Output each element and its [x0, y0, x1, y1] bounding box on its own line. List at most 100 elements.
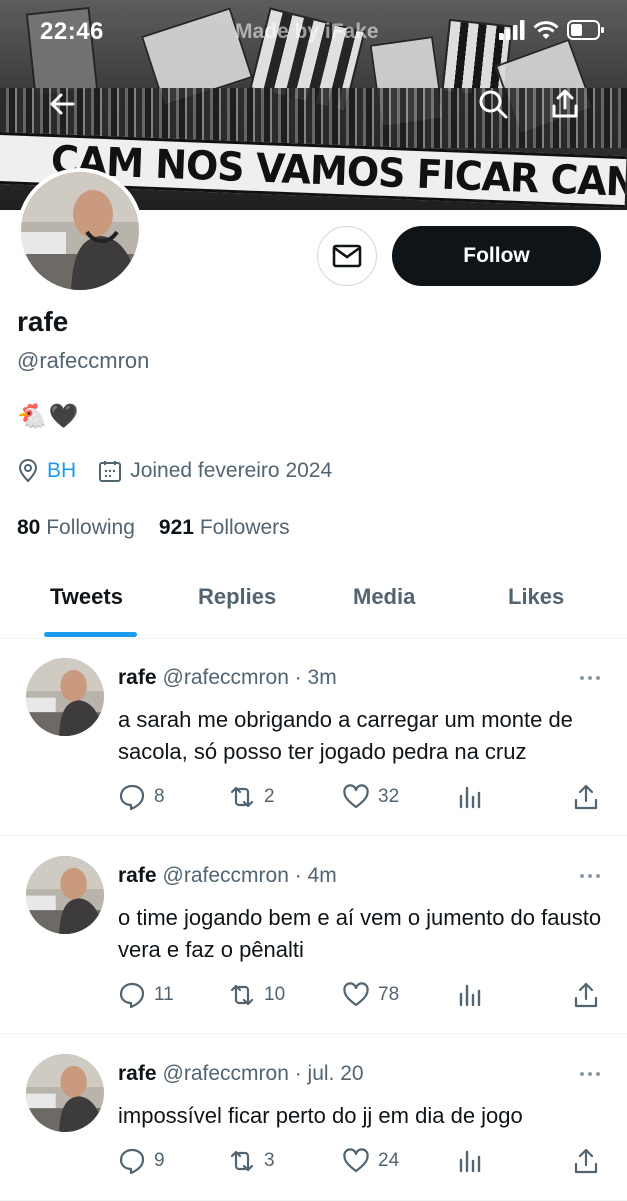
tweet-actions: 11 10 78: [118, 981, 608, 1011]
calendar-icon: [99, 461, 122, 482]
retweet-count: 10: [264, 984, 286, 1005]
analytics-icon: [459, 1150, 481, 1173]
share-button[interactable]: [572, 981, 600, 1009]
tweet-avatar[interactable]: [26, 856, 104, 934]
retweet-count: 2: [264, 786, 275, 807]
tweet-actions: 8 2 32: [118, 783, 608, 813]
tweet-author-name[interactable]: rafe: [118, 1062, 157, 1085]
followers-label: Followers: [199, 516, 290, 539]
reply-count: 8: [154, 786, 165, 807]
analytics-icon: [459, 984, 481, 1007]
status-icons: [499, 20, 605, 40]
views-button[interactable]: [456, 1147, 484, 1175]
tab-replies[interactable]: Replies: [198, 584, 276, 610]
profile-location[interactable]: BH: [47, 459, 76, 483]
reply-icon: [119, 784, 145, 811]
retweet-button[interactable]: 2: [228, 783, 275, 811]
active-tab-indicator: [44, 632, 137, 637]
bio-emoji-black-heart: 🖤: [48, 403, 79, 430]
follow-counts: 80 Following 921 Followers: [17, 516, 290, 540]
share-button[interactable]: [572, 1147, 600, 1175]
reply-button[interactable]: 9: [118, 1147, 165, 1175]
tweet-time: · 4m: [294, 864, 337, 887]
followers-link[interactable]: 921 Followers: [159, 516, 290, 540]
tweet-header: rafe @rafeccmron · 4m: [118, 864, 337, 888]
back-button[interactable]: [40, 82, 84, 126]
heart-icon: [343, 1148, 369, 1173]
watermark: Made by iFake: [235, 20, 379, 43]
envelope-icon: [332, 244, 362, 268]
like-button[interactable]: 24: [342, 1147, 399, 1175]
status-time: 22:46: [40, 18, 104, 45]
profile-meta: BH Joined fevereiro 2024: [17, 459, 332, 483]
avatar-photo: [26, 856, 104, 934]
wifi-icon: [533, 21, 559, 39]
tweet[interactable]: rafe @rafeccmron · 3m a sarah me obrigand…: [0, 638, 627, 836]
profile-avatar[interactable]: [17, 168, 143, 294]
tweet-avatar[interactable]: [26, 1054, 104, 1132]
more-options-icon[interactable]: [578, 866, 602, 886]
follow-button[interactable]: Follow: [392, 226, 601, 286]
retweet-icon: [230, 984, 254, 1006]
profile-bio: 🐔 🖤: [17, 402, 79, 431]
profile-joined-date: Joined fevereiro 2024: [130, 459, 333, 482]
tweet-text: impossível ficar perto do jj em dia de j…: [118, 1103, 523, 1128]
like-count: 78: [378, 984, 400, 1005]
retweet-icon: [230, 786, 254, 808]
reply-icon: [119, 1148, 145, 1175]
retweet-count: 3: [264, 1150, 275, 1171]
tab-tweets[interactable]: Tweets: [50, 584, 123, 610]
cellular-signal-icon: [499, 20, 525, 40]
tweet-avatar[interactable]: [26, 658, 104, 736]
retweet-button[interactable]: 10: [228, 981, 285, 1009]
tweet-header: rafe @rafeccmron · jul. 20: [118, 1062, 364, 1086]
views-button[interactable]: [456, 981, 484, 1009]
share-button[interactable]: [572, 783, 600, 811]
tweet[interactable]: rafe @rafeccmron · 4m o time jogando bem …: [0, 836, 627, 1034]
tweet-author-name[interactable]: rafe: [118, 864, 157, 887]
search-icon: [479, 90, 508, 119]
tweet-author-handle: @rafeccmron: [162, 864, 289, 887]
heart-icon: [343, 982, 369, 1007]
avatar-photo: [26, 658, 104, 736]
more-options-icon[interactable]: [578, 1064, 602, 1084]
reply-button[interactable]: 11: [118, 981, 174, 1009]
followers-count: 921: [158, 516, 194, 539]
heart-icon: [343, 784, 369, 809]
like-button[interactable]: 32: [342, 783, 399, 811]
tab-media[interactable]: Media: [353, 584, 415, 610]
tweet-actions: 9 3 24: [118, 1147, 608, 1177]
battery-icon: [567, 20, 604, 40]
tweet-text: a sarah me obrigando a carregar um monte…: [118, 707, 573, 764]
retweet-icon: [230, 1150, 254, 1172]
tweet-time: · jul. 20: [294, 1062, 364, 1085]
message-button[interactable]: [317, 226, 377, 286]
like-count: 32: [378, 786, 400, 807]
tweet[interactable]: rafe @rafeccmron · jul. 20 impossível fic…: [0, 1034, 627, 1201]
reply-button[interactable]: 8: [118, 783, 165, 811]
tweet-author-handle: @rafeccmron: [162, 1062, 289, 1085]
tweet-text: o time jogando bem e aí vem o jumento do…: [118, 905, 602, 962]
following-label: Following: [46, 516, 135, 539]
tweet-author-name[interactable]: rafe: [118, 666, 157, 689]
tab-likes[interactable]: Likes: [508, 584, 564, 610]
more-options-icon[interactable]: [578, 668, 602, 688]
share-icon: [574, 1148, 598, 1174]
retweet-button[interactable]: 3: [228, 1147, 275, 1175]
following-count: 80: [17, 516, 41, 539]
avatar-photo: [26, 1054, 104, 1132]
profile-handle: @rafeccmron: [17, 348, 150, 373]
views-button[interactable]: [456, 783, 484, 811]
search-button[interactable]: [471, 82, 515, 126]
location-pin-icon: [18, 459, 38, 483]
following-link[interactable]: 80 Following: [17, 516, 135, 540]
share-profile-button[interactable]: [543, 82, 587, 126]
avatar-photo: [21, 172, 139, 290]
tweet-header: rafe @rafeccmron · 3m: [118, 666, 337, 690]
share-icon: [574, 784, 598, 810]
analytics-icon: [459, 786, 481, 809]
share-icon: [552, 89, 578, 118]
reply-count: 9: [154, 1150, 165, 1171]
like-count: 24: [378, 1150, 400, 1171]
like-button[interactable]: 78: [342, 981, 399, 1009]
